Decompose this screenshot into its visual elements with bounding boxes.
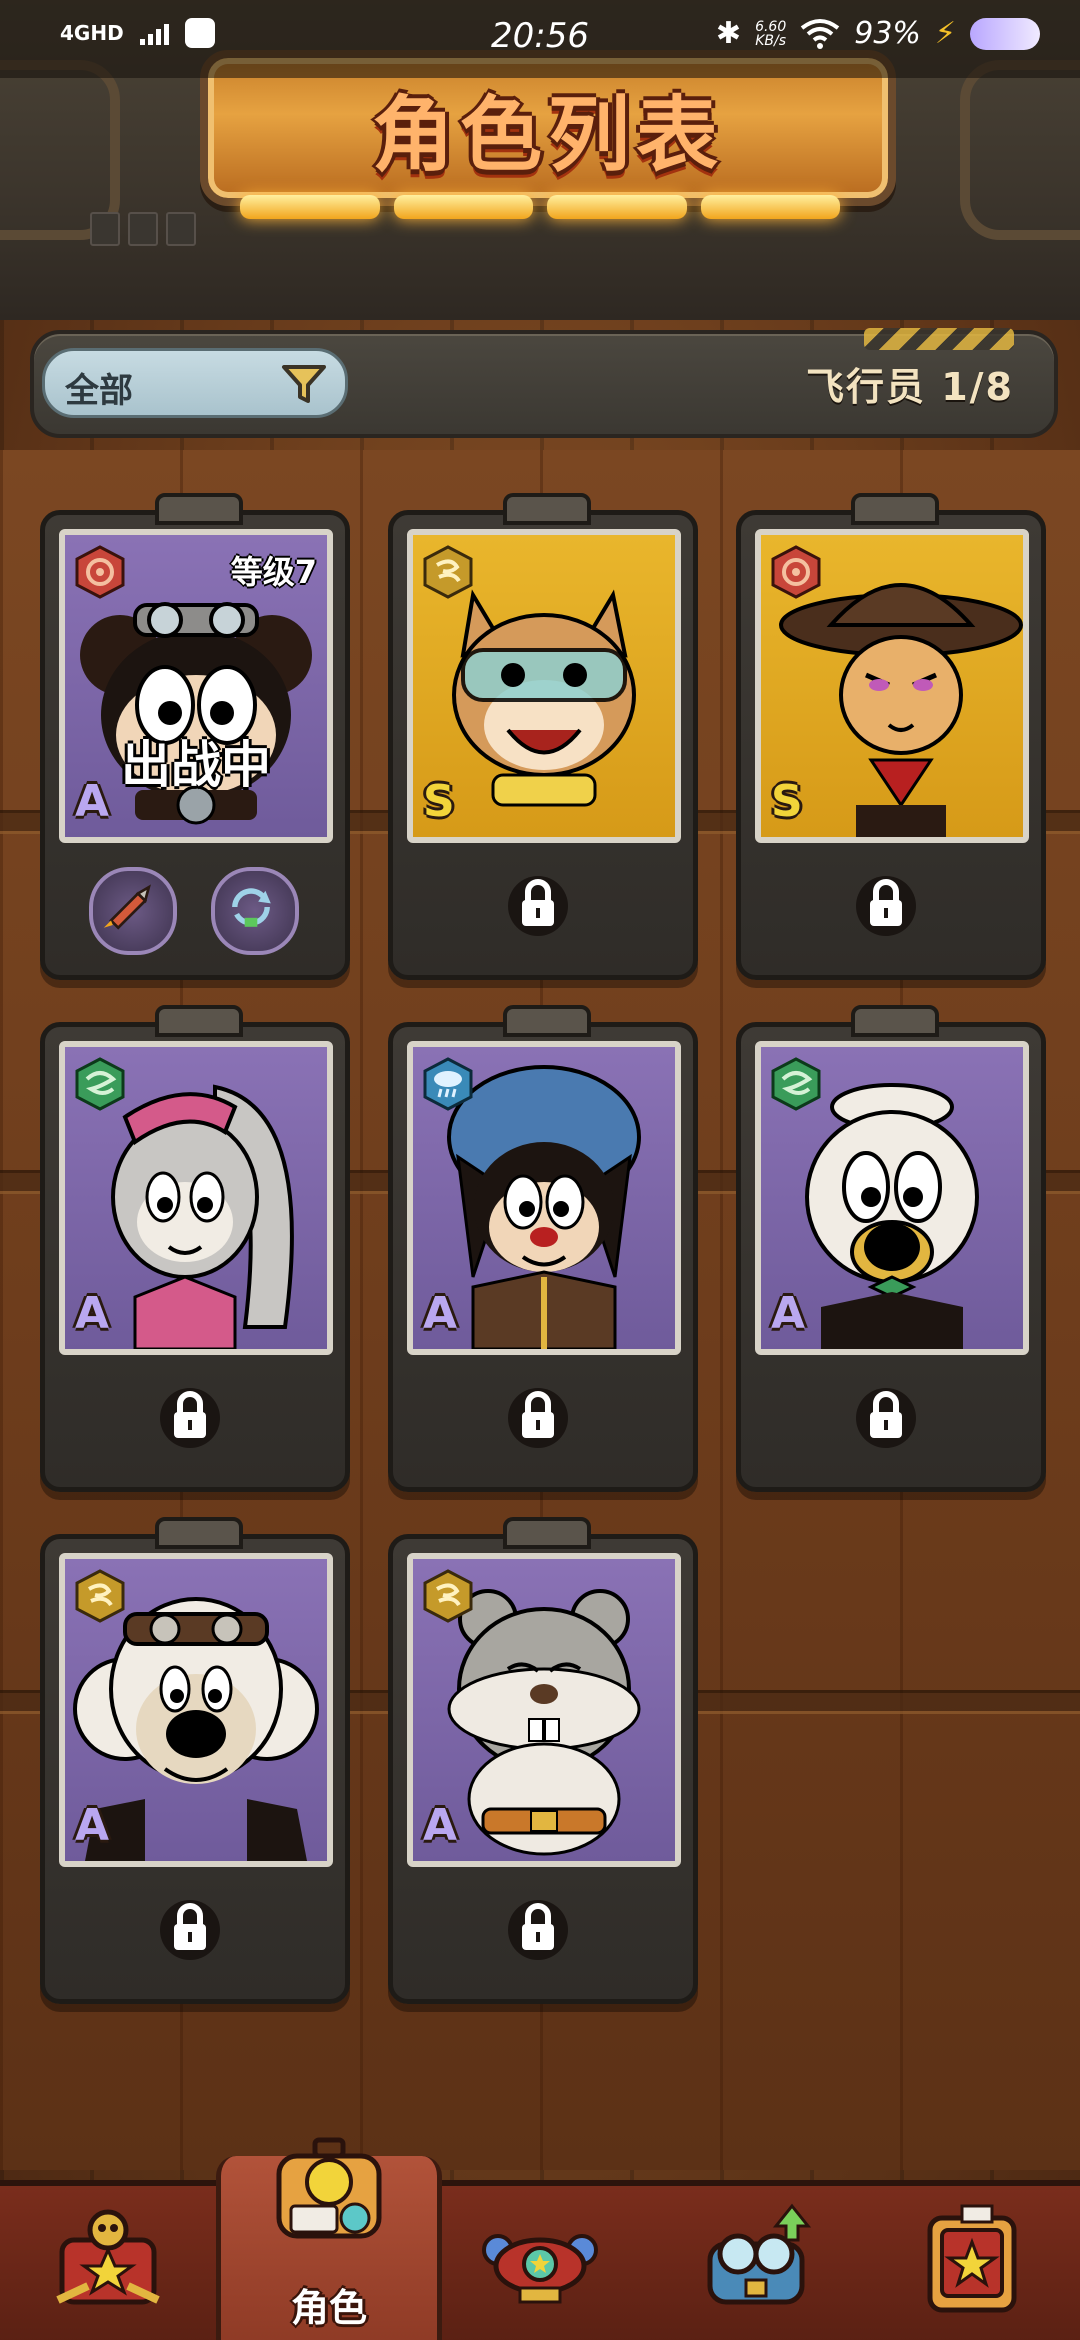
filter-label: 全部 (65, 371, 133, 411)
nav-tab-missions[interactable] (0, 2186, 216, 2340)
treasure-star-icon (56, 2209, 160, 2305)
floating-pill-icon (970, 17, 1040, 50)
rank-badge: A (75, 1800, 110, 1851)
bluetooth-icon: ✱ (715, 16, 742, 51)
lock-area (407, 1359, 669, 1469)
battery-level: 93% (854, 16, 921, 51)
lock-icon (856, 876, 916, 936)
gear-element-icon (771, 545, 821, 599)
character-portrait: A (59, 1041, 333, 1355)
lock-icon (160, 1388, 220, 1448)
speed-unit: KB/s (755, 32, 787, 49)
rank-badge: A (75, 776, 110, 827)
wind-swirl-element-icon (423, 1569, 473, 1623)
vent-grille (90, 212, 196, 246)
cyclone-element-icon (75, 1057, 125, 1111)
rank-badge: A (423, 1288, 458, 1339)
character-chest-icon (276, 2137, 382, 2239)
filter-dropdown[interactable]: 全部 (42, 348, 348, 418)
nav-tab-characters[interactable]: 角色 (216, 2137, 442, 2340)
wifi-icon (801, 18, 840, 49)
star-album-icon (927, 2204, 1017, 2313)
nav-tab-collection[interactable] (864, 2186, 1080, 2340)
refresh-icon (232, 888, 271, 927)
goggles-upgrade-icon (707, 2203, 812, 2305)
rocket-icon (103, 884, 151, 930)
nav-tab-upgrade[interactable] (648, 2186, 864, 2340)
rank-badge: A (423, 1800, 458, 1851)
equipment-slot[interactable] (211, 867, 299, 955)
character-card[interactable]: A (388, 1517, 698, 2004)
hazard-stripes (864, 328, 1014, 350)
equipment-row (59, 847, 321, 957)
wind-swirl-element-icon (75, 1569, 125, 1623)
page-title: 角色列表 (371, 88, 724, 183)
lock-icon (508, 1388, 568, 1448)
level-label: 等级7 (230, 553, 317, 591)
character-card[interactable]: A (736, 1005, 1046, 1492)
lock-area (59, 1871, 321, 1981)
character-card[interactable]: A (40, 1517, 350, 2004)
lock-icon (508, 876, 568, 936)
header-lights (240, 195, 840, 219)
bottom-nav: 角色 (0, 2137, 1080, 2340)
character-portrait: S (755, 529, 1029, 843)
lock-area (407, 1871, 669, 1981)
character-portrait: S (407, 529, 681, 843)
lock-area (755, 847, 1017, 957)
character-portrait: A (407, 1041, 681, 1355)
airship-icon (482, 2234, 598, 2304)
character-card[interactable]: S (736, 493, 1046, 980)
nav-tab-aircraft[interactable] (432, 2186, 648, 2340)
lock-area (59, 1359, 321, 1469)
equipment-slot[interactable] (89, 867, 177, 955)
nav-label-characters: 角色 (290, 2286, 367, 2330)
lock-icon (160, 1900, 220, 1960)
character-card[interactable]: S (388, 493, 698, 980)
filter-bar: 全部 飞行员 1/8 (30, 328, 1058, 438)
rank-badge: A (75, 1288, 110, 1339)
game-screen: 角色列表 4GHD 20:56 ✱ 6.60 KB/s 93% ⚡ 全部 飞行员… (0, 0, 1080, 2340)
funnel-icon (282, 365, 326, 403)
lock-area (407, 847, 669, 957)
lock-icon (856, 1388, 916, 1448)
character-portrait: A (59, 1553, 333, 1867)
status-bar: 4GHD 20:56 ✱ 6.60 KB/s 93% ⚡ (0, 0, 1080, 78)
wind-swirl-element-icon (423, 545, 473, 599)
character-portrait: A (755, 1041, 1029, 1355)
cyclone-element-icon (771, 1057, 821, 1111)
character-card[interactable]: A (388, 1005, 698, 1492)
character-card[interactable]: 等级7 出战中 A (40, 493, 350, 980)
character-portrait: 等级7 出战中 A (59, 529, 333, 843)
lock-icon (508, 1900, 568, 1960)
cloud-rain-element-icon (423, 1057, 473, 1111)
gear-element-icon (75, 545, 125, 599)
rank-badge: A (771, 1288, 806, 1339)
character-card[interactable]: A (40, 1005, 350, 1492)
pilot-count: 飞行员 1/8 (806, 365, 1014, 409)
rank-badge: S (423, 776, 455, 827)
decor-pipe (960, 60, 1080, 240)
network-speed: 6.60 KB/s (755, 20, 786, 48)
speed-value: 6.60 (755, 18, 787, 35)
lock-area (755, 1359, 1017, 1469)
character-portrait: A (407, 1553, 681, 1867)
charging-bolt-icon: ⚡ (934, 16, 956, 51)
rank-badge: S (771, 776, 803, 827)
